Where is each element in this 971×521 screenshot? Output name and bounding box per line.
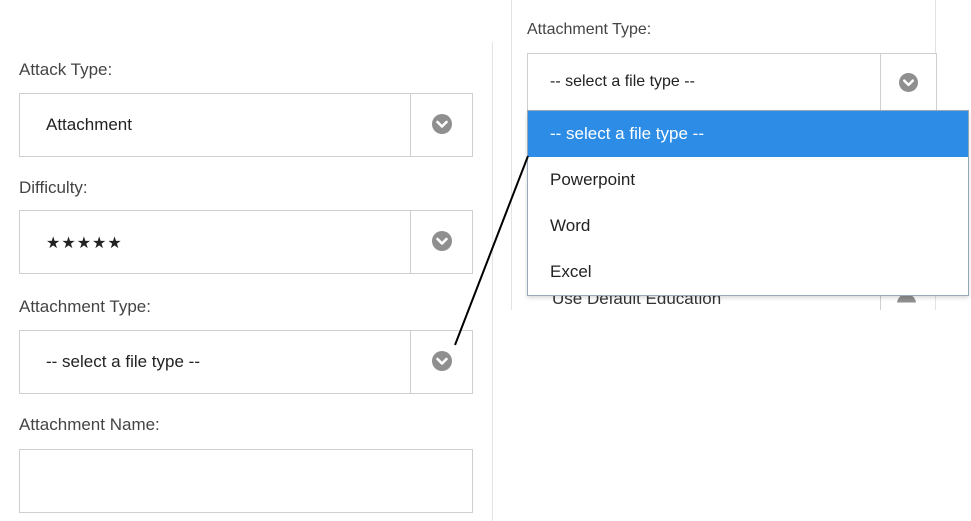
callout-connector-line	[454, 155, 529, 346]
